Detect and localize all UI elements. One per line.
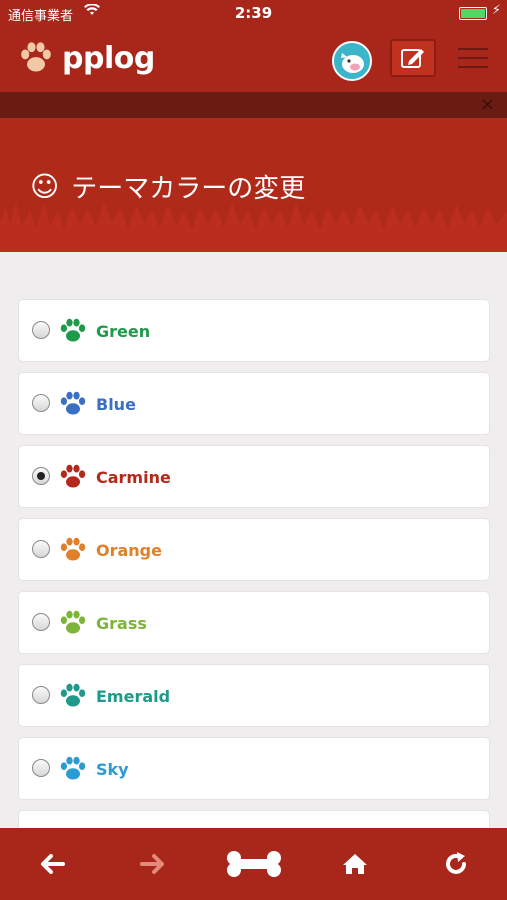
theme-radio[interactable] (32, 759, 50, 777)
theme-label: Green (96, 322, 151, 341)
paw-icon (60, 537, 86, 561)
app-logo[interactable]: pplog (18, 40, 155, 76)
paw-logo-icon (21, 42, 51, 72)
back-button[interactable] (32, 848, 72, 880)
edit-icon (401, 49, 424, 68)
status-bar: 通信事業者 2:39 ⚡ (0, 0, 507, 26)
smile-icon: ☺ (30, 170, 60, 203)
app-header: pplog (0, 26, 507, 92)
theme-option[interactable]: Grass (19, 592, 489, 653)
paw-icon (60, 391, 86, 415)
bottom-tab-bar (0, 828, 507, 900)
theme-label: Carmine (96, 468, 171, 487)
theme-label: Blue (96, 395, 136, 414)
pig-avatar-icon (334, 43, 370, 79)
home-button[interactable] (335, 848, 375, 880)
clock: 2:39 (234, 4, 273, 22)
theme-label: Sky (96, 760, 129, 779)
forward-button[interactable] (133, 848, 173, 880)
bone-button[interactable] (224, 848, 284, 880)
page-banner: ☺ テーマカラーの変更 (0, 118, 507, 252)
arrow-left-icon (41, 854, 65, 874)
battery-icon (459, 7, 487, 20)
theme-label: Grass (96, 614, 147, 633)
reload-icon (446, 852, 466, 874)
theme-radio[interactable] (32, 613, 50, 631)
page-title-text: テーマカラーの変更 (71, 174, 306, 204)
paw-icon (60, 610, 86, 634)
theme-radio[interactable] (32, 467, 50, 485)
reload-button[interactable] (436, 848, 476, 880)
paw-icon (60, 683, 86, 707)
paw-icon (60, 318, 86, 342)
theme-radio[interactable] (32, 321, 50, 339)
compose-button[interactable] (390, 39, 436, 77)
bone-icon (227, 851, 281, 877)
charging-icon: ⚡ (491, 3, 501, 18)
menu-button[interactable] (458, 48, 488, 72)
theme-option[interactable]: Emerald (19, 665, 489, 726)
theme-option[interactable]: Blue (19, 373, 489, 434)
close-icon[interactable]: × (480, 94, 495, 115)
paw-icon (60, 464, 86, 488)
theme-label: Emerald (96, 687, 171, 706)
theme-radio[interactable] (32, 686, 50, 704)
theme-radio[interactable] (32, 540, 50, 558)
theme-option[interactable]: Sky (19, 738, 489, 799)
theme-label: Orange (96, 541, 162, 560)
avatar[interactable] (332, 41, 372, 81)
theme-radio[interactable] (32, 394, 50, 412)
app-name: pplog (62, 40, 155, 76)
theme-option[interactable]: Carmine (19, 446, 489, 507)
home-icon (343, 854, 367, 874)
paw-icon (60, 756, 86, 780)
theme-list: Green Blue Carmine Orange Grass Emerald Sky (19, 300, 489, 884)
sub-header-bar: × (0, 92, 507, 118)
theme-option[interactable]: Green (19, 300, 489, 361)
page-title: ☺ テーマカラーの変更 (30, 168, 305, 205)
theme-option[interactable]: Orange (19, 519, 489, 580)
arrow-right-icon (140, 854, 164, 874)
